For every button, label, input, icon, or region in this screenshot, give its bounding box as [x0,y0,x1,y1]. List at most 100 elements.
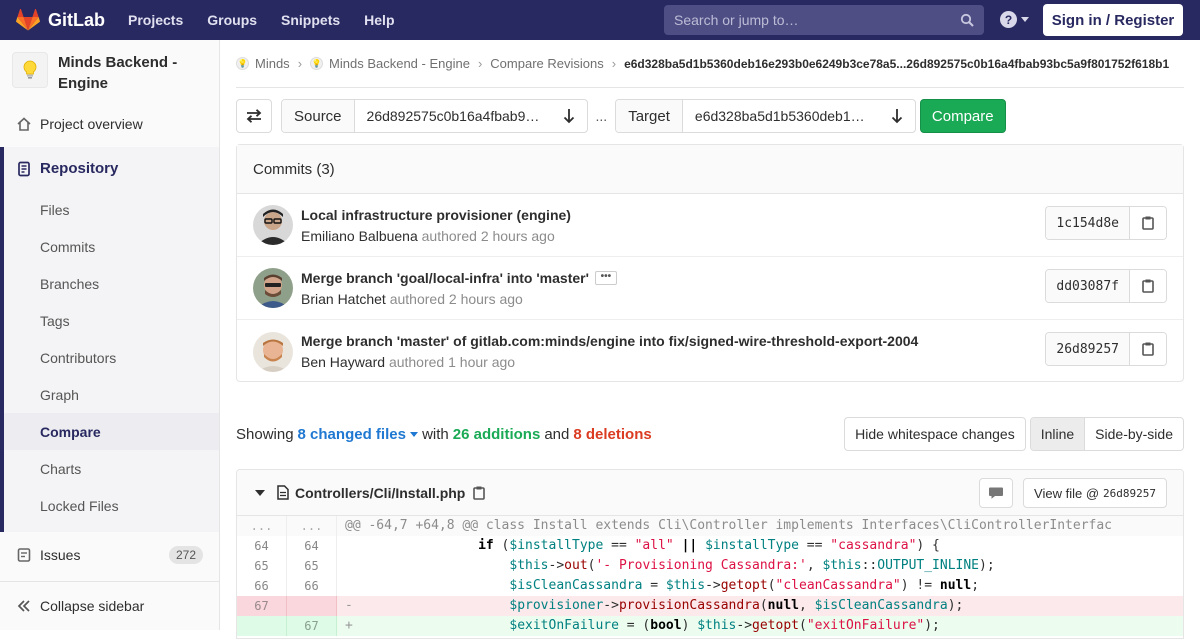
project-avatar [12,52,48,88]
compare-button[interactable]: Compare [919,99,1006,133]
commit-time: 2 hours ago [448,290,523,307]
revision-separator: ... [595,108,608,124]
file-path[interactable]: Controllers/Cli/Install.php [295,485,465,501]
view-file-button[interactable]: View file @26d89257 [1023,478,1167,508]
help-dropdown[interactable]: ? [1000,11,1029,28]
breadcrumb-compare[interactable]: Compare Revisions [490,56,603,71]
expand-message-button[interactable]: ••• [594,270,617,285]
old-line-number[interactable]: 65 [237,556,287,576]
compare-form: Source 26d892575c0b16a4fbab93bc5a9f80175… [236,99,1006,133]
commit-sha-group: 1c154d8e [1045,206,1167,240]
nav-projects[interactable]: Projects [116,0,195,40]
old-line-number[interactable]: 64 [237,536,287,556]
commit-title[interactable]: Merge branch 'goal/local-infra' into 'ma… [301,270,589,286]
side-by-side-view-button[interactable]: Side-by-side [1085,418,1183,450]
copy-path-icon[interactable] [473,486,486,500]
view-file-label: View file @ [1034,485,1100,501]
sidebar-item-tags[interactable]: Tags [0,302,219,339]
source-label: Source [282,100,355,132]
line-code: $this->out('- Provisioning Cassandra:', … [509,558,995,573]
avatar[interactable] [253,331,293,372]
gitlab-logo[interactable]: GitLab [16,9,112,31]
sidebar-item-branches[interactable]: Branches [0,265,219,302]
additions-count: 26 additions [452,425,541,443]
new-line-number[interactable]: 66 [287,576,337,596]
new-line-number[interactable]: 65 [287,556,337,576]
new-line-number[interactable]: 67 [287,616,337,636]
source-revision-value: 26d892575c0b16a4fbab93bc5a9f801752f618b1 [366,108,542,124]
showing-label: Showing [236,425,294,443]
collapse-label: Collapse sidebar [40,597,145,614]
commit-author[interactable]: Brian Hatchet [301,291,386,307]
diff-file: Controllers/Cli/Install.php View file @2… [236,469,1184,639]
new-line-number[interactable] [287,596,337,616]
sidebar-item-compare[interactable]: Compare [4,413,219,450]
clipboard-icon [1142,342,1154,356]
inline-view-button[interactable]: Inline [1030,418,1086,450]
commit-author[interactable]: Emiliano Balbuena [301,228,418,244]
sidebar-item-repository[interactable]: Repository [0,150,219,187]
collapse-sidebar-button[interactable]: Collapse sidebar [0,587,219,624]
sign-in-button[interactable]: Sign in / Register [1043,4,1183,36]
sidebar-item-overview[interactable]: Project overview [0,105,219,142]
old-line-number[interactable]: 67 [237,596,287,616]
project-header[interactable]: Minds Backend - Engine [0,40,219,102]
commit-author[interactable]: Ben Hayward [301,354,385,370]
sidebar-item-charts[interactable]: Charts [0,450,219,487]
copy-sha-button[interactable] [1130,270,1166,302]
comment-icon [989,487,1003,499]
group-avatar-icon: 💡 [236,57,249,70]
sidebar-item-contributors[interactable]: Contributors [0,339,219,376]
new-line-number: ... [287,516,337,536]
commit-sha[interactable]: dd03087f [1046,270,1130,302]
target-revision-value: e6d328ba5d1b5360deb16e293b0e6249b3ce78a5 [694,108,870,124]
copy-sha-button[interactable] [1130,333,1166,365]
chevron-down-icon [1021,17,1029,22]
diff-line-added: 67 + $exitOnFailure = (bool) $this->geto… [237,616,1183,636]
sidebar-item-files[interactable]: Files [0,191,219,228]
sidebar-item-locked-files[interactable]: Locked Files [0,487,219,524]
toggle-comments-button[interactable] [979,478,1013,508]
sidebar-item-label: Repository [40,160,119,177]
swap-revisions-button[interactable] [236,99,272,133]
diff-table: ... ... @@ -64,7 +64,8 @@ class Install … [237,516,1183,636]
commit-sha[interactable]: 26d89257 [1046,333,1130,365]
target-revision-dropdown[interactable]: e6d328ba5d1b5360deb16e293b0e6249b3ce78a5 [683,100,915,132]
old-line-number[interactable]: 66 [237,576,287,596]
issues-icon [16,547,32,563]
breadcrumb-minds[interactable]: Minds [255,56,290,71]
avatar[interactable] [253,205,293,245]
search-input[interactable] [674,12,960,28]
diff-line: 64 64 if ($installType == "all" || $inst… [237,536,1183,556]
question-icon: ? [1000,11,1017,28]
commit-title[interactable]: Merge branch 'master' of gitlab.com:mind… [301,333,918,349]
nav-snippets[interactable]: Snippets [269,0,352,40]
caret-down-icon [410,432,419,438]
source-revision-dropdown[interactable]: 26d892575c0b16a4fbab93bc5a9f801752f618b1 [355,100,587,132]
collapse-file-caret-icon[interactable] [255,489,265,496]
search-icon[interactable] [960,13,974,27]
sidebar-item-issues[interactable]: Issues 272 [0,536,219,573]
old-line-number[interactable] [237,616,287,636]
line-code: $isCleanCassandra = $this->getopt("clean… [509,578,980,593]
commits-panel: Commits (3) Local infrastructure provisi… [236,144,1184,382]
new-line-number[interactable]: 64 [287,536,337,556]
avatar[interactable] [253,268,293,308]
changed-files-dropdown[interactable]: 8 changed files [298,426,419,443]
copy-sha-button[interactable] [1130,207,1166,239]
deletions-count: 8 deletions [573,425,652,443]
nav-groups[interactable]: Groups [195,0,269,40]
hide-whitespace-button[interactable]: Hide whitespace changes [844,417,1026,451]
target-label: Target [616,100,683,132]
project-sidebar: Minds Backend - Engine Project overview … [0,40,220,630]
sidebar-divider [0,581,219,582]
breadcrumb-project[interactable]: Minds Backend - Engine [329,56,470,71]
sidebar-item-graph[interactable]: Graph [0,376,219,413]
chevron-right-icon: › [477,56,483,71]
sidebar-item-commits[interactable]: Commits [0,228,219,265]
commit-sha[interactable]: 1c154d8e [1046,207,1130,239]
commit-title[interactable]: Local infrastructure provisioner (engine… [301,207,571,223]
nav-help[interactable]: Help [352,0,406,40]
diff-line: 65 65 $this->out('- Provisioning Cassand… [237,556,1183,576]
diff-stats: Showing 8 changed files with 26 addition… [236,417,1184,451]
